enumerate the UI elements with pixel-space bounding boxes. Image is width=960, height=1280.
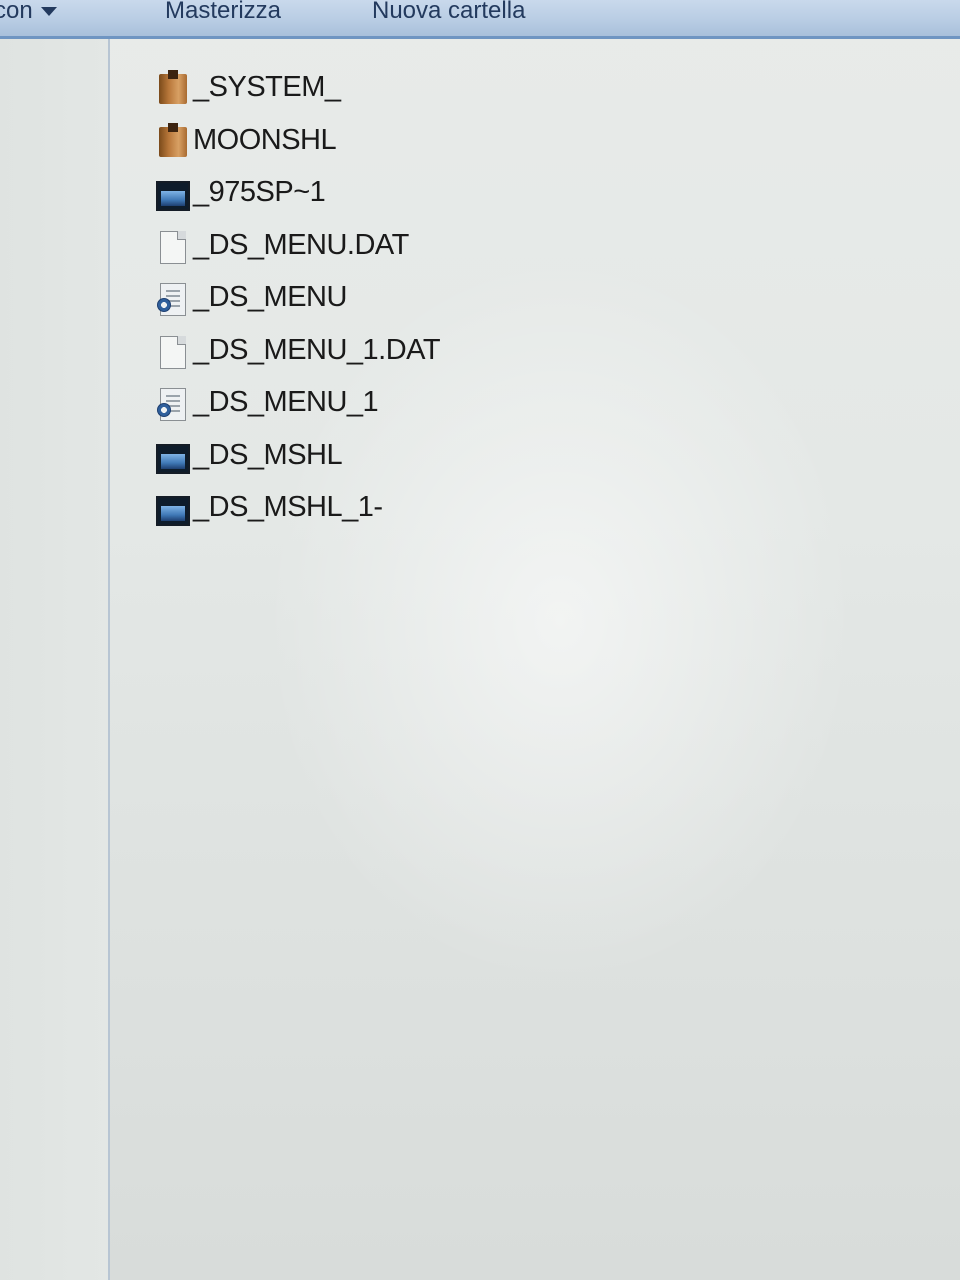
file-name: _975SP~1 [193, 176, 326, 208]
file-item-system-folder[interactable]: _SYSTEM_ [145, 62, 845, 115]
folder-icon [150, 70, 187, 106]
file-item-ds-mshl[interactable]: _DS_MSHL [145, 430, 845, 483]
file-name: _DS_MENU.DAT [193, 228, 409, 261]
pane-divider[interactable] [108, 39, 110, 1280]
file-item-ds-menu-1-dat[interactable]: _DS_MENU_1.DAT [145, 325, 845, 378]
application-icon [150, 490, 190, 526]
file-name: _DS_MENU_1.DAT [193, 333, 441, 366]
file-item-ds-menu[interactable]: _DS_MENU [145, 272, 845, 325]
application-icon [150, 438, 190, 474]
application-icon [150, 175, 190, 211]
document-icon [150, 333, 186, 369]
chevron-down-icon [40, 7, 57, 17]
burn-button[interactable]: Masterizza [165, 0, 281, 26]
file-name: _DS_MENU_1 [193, 386, 379, 418]
file-name: _DS_MSHL_1- [193, 491, 383, 523]
file-item-moonshl-folder[interactable]: MOONSHL [145, 115, 845, 168]
share-with-button[interactable]: con [0, 0, 57, 26]
system-file-icon [150, 385, 186, 421]
file-item-975sp[interactable]: _975SP~1 [145, 167, 845, 220]
file-name: MOONSHL [193, 123, 337, 156]
explorer-window: con Masterizza Nuova cartella _SYSTEM_ M… [0, 0, 960, 1280]
file-list: _SYSTEM_ MOONSHL _975SP~1 _DS_MENU.DAT _… [145, 62, 845, 535]
document-icon [150, 228, 186, 264]
file-item-ds-menu-dat[interactable]: _DS_MENU.DAT [145, 220, 845, 273]
share-with-label: con [0, 0, 33, 24]
new-folder-button[interactable]: Nuova cartella [372, 0, 525, 26]
folder-icon [150, 122, 187, 159]
file-name: _SYSTEM_ [193, 71, 341, 103]
file-item-ds-menu-1[interactable]: _DS_MENU_1 [145, 377, 845, 430]
file-name: _DS_MSHL [193, 438, 343, 471]
file-item-ds-mshl-1[interactable]: _DS_MSHL_1- [145, 482, 845, 535]
system-file-icon [150, 280, 186, 316]
navigation-pane[interactable] [0, 39, 108, 1280]
file-name: _DS_MENU [193, 281, 347, 313]
command-bar: con Masterizza Nuova cartella [0, 0, 960, 39]
